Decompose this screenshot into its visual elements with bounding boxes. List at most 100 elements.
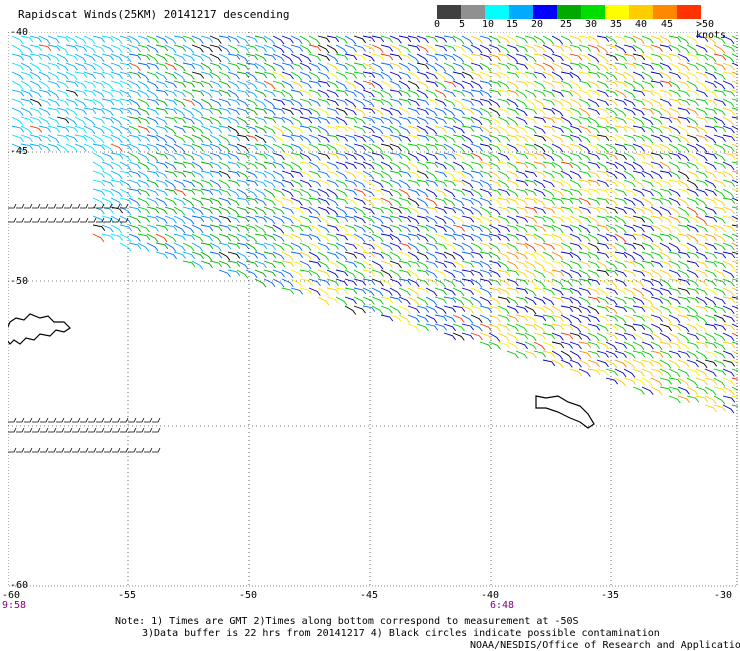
wind-barb xyxy=(128,179,141,188)
wind-barb xyxy=(443,89,456,98)
wind-barb xyxy=(272,269,285,278)
wind-barb xyxy=(48,417,57,423)
wind-barb xyxy=(335,296,348,306)
wind-barb xyxy=(650,44,663,52)
wind-barb xyxy=(209,35,222,44)
wind-barb xyxy=(641,206,654,215)
wind-barb xyxy=(218,134,231,144)
wind-barb xyxy=(164,116,178,123)
wind-barb xyxy=(695,71,708,79)
wind-barb xyxy=(326,233,339,241)
wind-barb xyxy=(398,233,412,241)
wind-barb xyxy=(443,242,456,251)
wind-barb xyxy=(623,107,636,116)
wind-barb xyxy=(101,233,115,241)
wind-barb xyxy=(461,269,475,276)
wind-barb xyxy=(470,53,484,61)
wind-barb xyxy=(182,206,196,214)
wind-barb xyxy=(632,251,645,261)
wind-barb xyxy=(713,323,727,331)
wind-barb xyxy=(8,427,17,433)
wind-barb xyxy=(227,116,240,125)
wind-barb xyxy=(488,116,501,126)
wind-barb xyxy=(380,215,394,223)
wind-barb xyxy=(137,35,150,43)
wind-barb xyxy=(20,44,33,53)
wind-barb xyxy=(20,116,34,124)
wind-barb xyxy=(587,89,601,97)
wind-barb xyxy=(92,152,105,162)
wind-barb xyxy=(308,188,321,197)
wind-barb xyxy=(668,125,681,135)
wind-barb xyxy=(551,332,564,341)
wind-barb xyxy=(569,116,582,125)
wind-barb xyxy=(362,134,375,144)
wind-barb xyxy=(623,377,636,385)
wind-barb xyxy=(281,278,294,287)
wind-barb xyxy=(65,62,78,71)
wind-barb xyxy=(632,143,645,152)
wind-barb xyxy=(155,71,168,81)
wind-barb xyxy=(695,251,708,260)
wind-barb xyxy=(713,125,727,133)
note-line: NOAA/NESDIS/Office of Research and Appli… xyxy=(470,640,740,651)
wind-barb xyxy=(614,359,627,368)
wind-barb xyxy=(218,71,231,80)
wind-barb xyxy=(317,71,330,80)
wind-barb xyxy=(650,197,664,205)
wind-barb xyxy=(668,278,682,285)
wind-barb xyxy=(443,161,456,171)
wind-barb xyxy=(353,125,366,134)
wind-barb xyxy=(80,427,89,433)
wind-barb xyxy=(299,71,312,80)
wind-barb xyxy=(236,206,249,215)
wind-barb xyxy=(578,161,591,171)
wind-barb xyxy=(56,89,69,98)
wind-barb xyxy=(398,314,411,324)
wind-barb xyxy=(668,341,681,349)
wind-barb xyxy=(713,368,727,376)
wind-barb xyxy=(596,269,610,276)
wind-barb xyxy=(254,89,267,98)
wind-barb xyxy=(281,107,294,116)
wind-barb xyxy=(104,417,113,423)
wind-barb xyxy=(104,203,113,209)
wind-barb xyxy=(56,417,65,423)
colorbar-label: 35 xyxy=(609,19,623,30)
wind-barb xyxy=(659,368,672,378)
wind-barb xyxy=(425,260,438,268)
wind-barb xyxy=(704,134,717,144)
wind-barb xyxy=(479,62,492,72)
wind-barb xyxy=(407,107,420,116)
wind-barb xyxy=(416,71,429,80)
wind-barb xyxy=(461,53,474,63)
wind-barb xyxy=(578,323,591,333)
wind-barb xyxy=(614,179,627,189)
wind-barb xyxy=(101,179,114,188)
wind-barb xyxy=(308,107,321,117)
wind-barb xyxy=(515,215,529,223)
wind-barb xyxy=(335,143,348,152)
wind-barb xyxy=(11,116,24,126)
wind-barb xyxy=(695,215,708,225)
wind-barb xyxy=(524,224,538,232)
wind-barb xyxy=(416,98,430,106)
wind-barb xyxy=(452,278,465,287)
wind-barb xyxy=(560,107,573,115)
wind-barb xyxy=(632,35,645,44)
wind-barb xyxy=(632,170,646,178)
wind-barb xyxy=(104,427,113,433)
wind-barb xyxy=(48,217,57,223)
wind-barb xyxy=(263,62,276,71)
wind-barb xyxy=(335,206,348,216)
wind-barb xyxy=(659,377,673,385)
wind-barb xyxy=(263,80,276,90)
wind-barb xyxy=(506,80,519,89)
wind-barb xyxy=(398,44,411,53)
wind-barb xyxy=(686,368,700,376)
wind-barb xyxy=(587,152,601,160)
wind-barb xyxy=(461,260,475,268)
wind-barb xyxy=(40,217,49,223)
wind-barb xyxy=(524,53,537,63)
wind-barb xyxy=(578,368,591,377)
